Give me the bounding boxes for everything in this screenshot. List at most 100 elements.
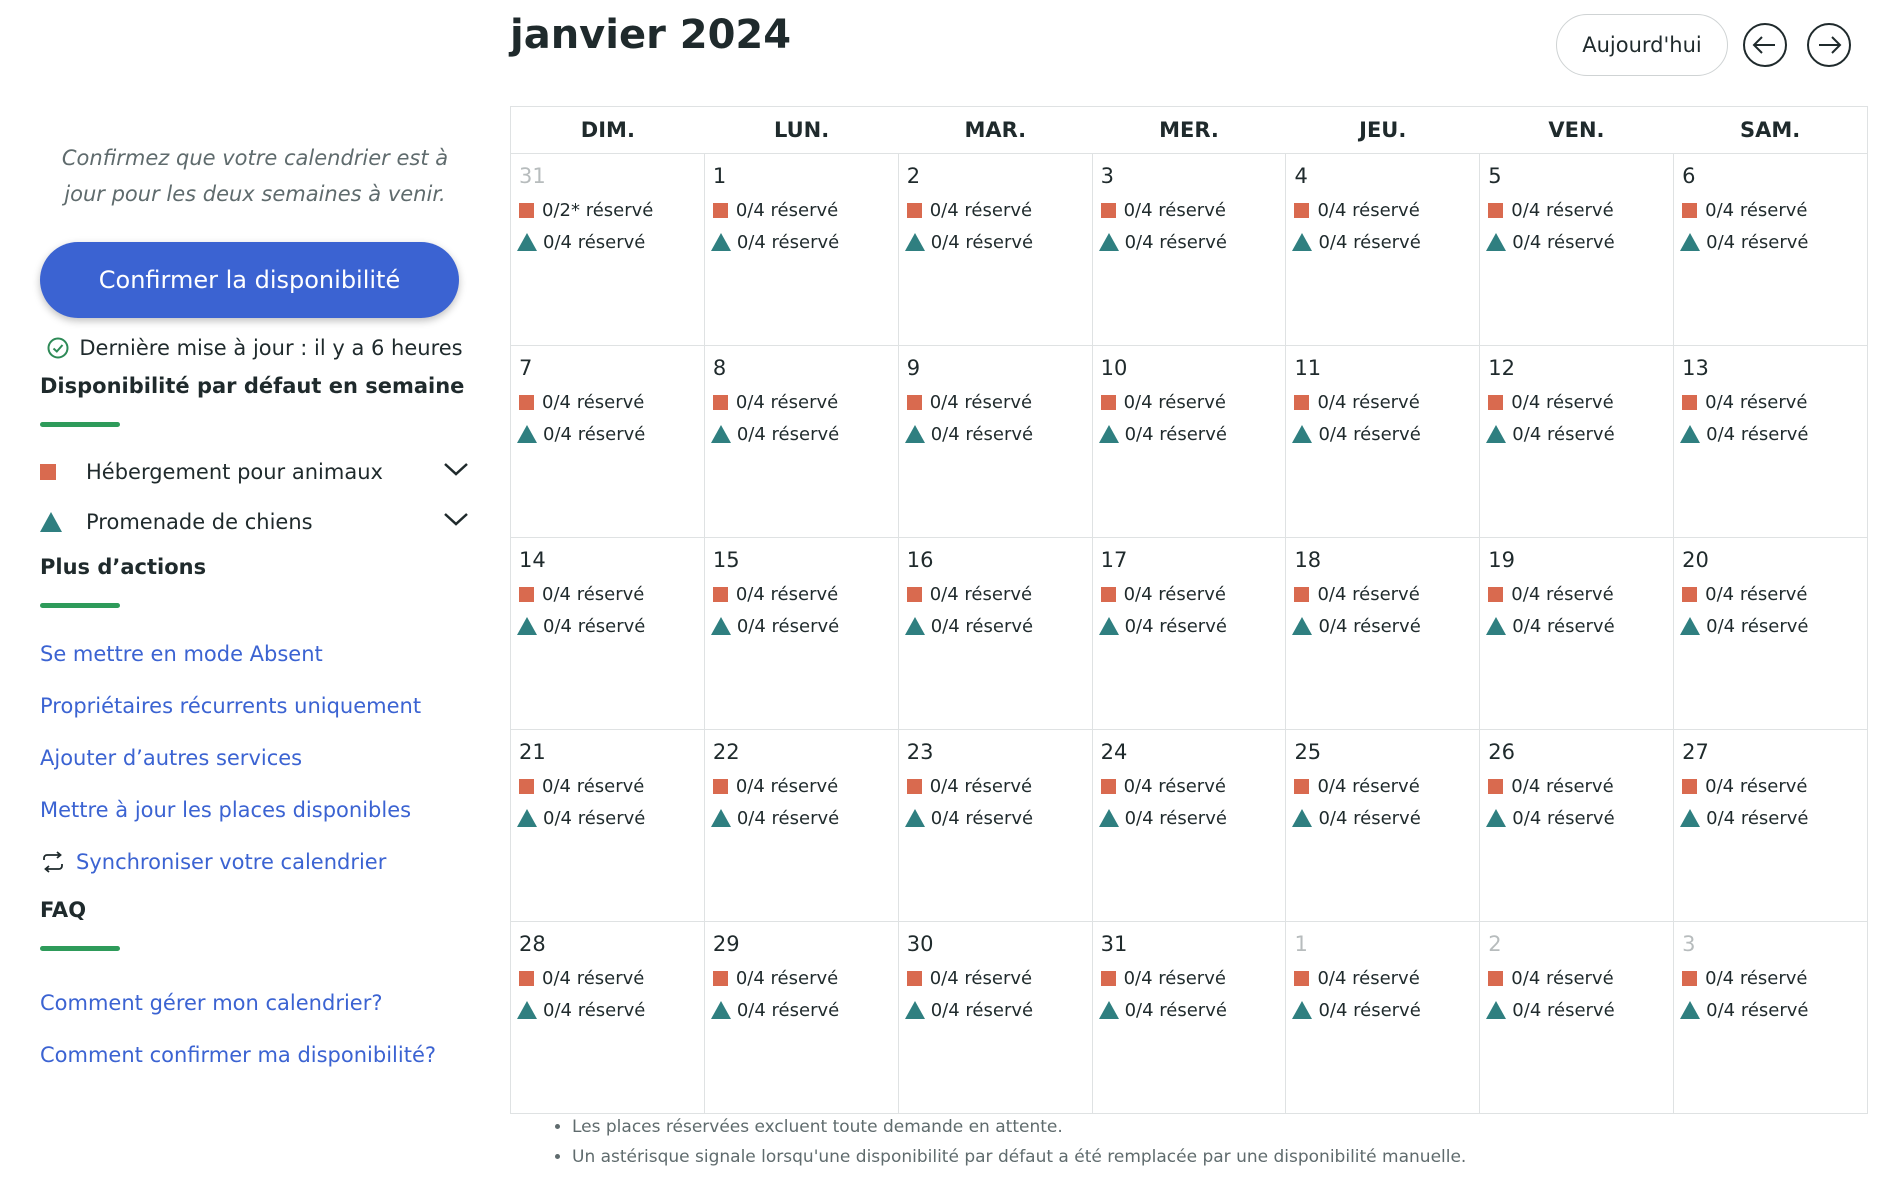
calendar-day-cell[interactable]: 15 0/4 réservé 0/4 réservé <box>705 538 899 729</box>
boarding-reservation: 0/4 réservé <box>1682 578 1867 610</box>
triangle-icon <box>710 233 731 251</box>
walking-reservation: 0/4 réservé <box>1680 802 1867 834</box>
calendar-day-cell[interactable]: 20 0/4 réservé 0/4 réservé <box>1674 538 1867 729</box>
calendar-weeks: 31 0/2* réservé 0/4 réservé 1 0/4 réservé 0/4… <box>511 154 1867 1113</box>
calendar-day-cell[interactable]: 1 0/4 réservé 0/4 réservé <box>1286 922 1481 1113</box>
calendar-day-cell[interactable]: 29 0/4 réservé 0/4 réservé <box>705 922 899 1113</box>
triangle-icon <box>710 425 731 443</box>
calendar-day-cell[interactable]: 4 0/4 réservé 0/4 réservé <box>1286 154 1481 345</box>
calendar-week: 7 0/4 réservé 0/4 réservé 8 0/4 réservé 0/4 r… <box>511 346 1867 538</box>
walking-reservation: 0/4 réservé <box>904 994 1092 1026</box>
day-number: 20 <box>1682 548 1709 572</box>
reservation-text: 0/4 réservé <box>1706 615 1809 637</box>
boarding-reservation: 0/4 réservé <box>712 962 898 994</box>
calendar-day-cell[interactable]: 6 0/4 réservé 0/4 réservé <box>1674 154 1867 345</box>
calendar-day-cell[interactable]: 27 0/4 réservé 0/4 réservé <box>1674 730 1867 921</box>
calendar-day-cell[interactable]: 7 0/4 réservé 0/4 réservé <box>511 346 705 537</box>
chevron-down-icon[interactable] <box>442 459 470 479</box>
calendar-day-cell[interactable]: 31 0/4 réservé 0/4 réservé <box>1093 922 1287 1113</box>
day-number: 21 <box>519 740 546 764</box>
chevron-down-icon[interactable] <box>442 509 470 529</box>
calendar-day-cell[interactable]: 8 0/4 réservé 0/4 réservé <box>705 346 899 537</box>
boarding-reservation: 0/2* réservé <box>519 194 704 226</box>
boarding-reservation: 0/4 réservé <box>1682 194 1867 226</box>
triangle-icon <box>710 617 731 635</box>
boarding-reservation: 0/4 réservé <box>906 770 1092 802</box>
boarding-reservation: 0/4 réservé <box>1294 962 1479 994</box>
calendar-day-cell[interactable]: 1 0/4 réservé 0/4 réservé <box>705 154 899 345</box>
calendar-day-cell[interactable]: 18 0/4 réservé 0/4 réservé <box>1286 538 1481 729</box>
triangle-icon <box>517 809 537 827</box>
boarding-reservation: 0/4 réservé <box>1294 386 1479 418</box>
sync-calendar-link[interactable]: Synchroniser votre calendrier <box>40 836 470 888</box>
calendar-day-cell[interactable]: 2 0/4 réservé 0/4 réservé <box>1480 922 1675 1113</box>
calendar-day-cell[interactable]: 22 0/4 réservé 0/4 réservé <box>705 730 899 921</box>
section-underline <box>40 603 120 608</box>
calendar-day-cell[interactable]: 16 0/4 réservé 0/4 réservé <box>899 538 1093 729</box>
faq-manage-calendar-link[interactable]: Comment gérer mon calendrier? <box>40 977 470 1029</box>
calendar-day-cell[interactable]: 3 0/4 réservé 0/4 réservé <box>1674 922 1867 1113</box>
reservation-text: 0/4 réservé <box>1512 807 1615 829</box>
square-icon <box>40 464 56 480</box>
calendar-week: 31 0/2* réservé 0/4 réservé 1 0/4 réservé 0/4… <box>511 154 1867 346</box>
triangle-icon <box>904 809 925 827</box>
boarding-reservation: 0/4 réservé <box>1682 962 1867 994</box>
add-services-link[interactable]: Ajouter d’autres services <box>40 732 470 784</box>
calendar-day-cell[interactable]: 19 0/4 réservé 0/4 réservé <box>1480 538 1675 729</box>
reservation-text: 0/4 réservé <box>543 231 646 253</box>
walking-reservation: 0/4 réservé <box>1292 226 1479 258</box>
triangle-icon <box>1292 617 1313 635</box>
day-number: 14 <box>519 548 546 572</box>
service-boarding[interactable]: Hébergement pour animaux <box>40 447 470 497</box>
calendar-day-cell[interactable]: 23 0/4 réservé 0/4 réservé <box>899 730 1093 921</box>
calendar-day-cell[interactable]: 14 0/4 réservé 0/4 réservé <box>511 538 705 729</box>
calendar-day-cell[interactable]: 10 0/4 réservé 0/4 réservé <box>1093 346 1287 537</box>
triangle-icon <box>904 233 925 251</box>
walking-reservation: 0/4 réservé <box>1680 418 1867 450</box>
recurring-owners-link[interactable]: Propriétaires récurrents uniquement <box>40 680 470 732</box>
today-button[interactable]: Aujourd'hui <box>1556 14 1728 76</box>
reservation-text: 0/4 réservé <box>1705 391 1808 413</box>
boarding-reservation: 0/4 réservé <box>1682 386 1867 418</box>
calendar-day-cell[interactable]: 13 0/4 réservé 0/4 réservé <box>1674 346 1867 537</box>
day-number: 26 <box>1488 740 1516 764</box>
walking-reservation: 0/4 réservé <box>1486 994 1673 1026</box>
update-spots-link[interactable]: Mettre à jour les places disponibles <box>40 784 470 836</box>
calendar-day-cell[interactable]: 3 0/4 réservé 0/4 réservé <box>1093 154 1287 345</box>
calendar-day-cell[interactable]: 24 0/4 réservé 0/4 réservé <box>1093 730 1287 921</box>
triangle-icon <box>1680 617 1701 635</box>
day-number: 6 <box>1682 164 1696 188</box>
calendar-day-cell[interactable]: 31 0/2* réservé 0/4 réservé <box>511 154 705 345</box>
next-month-button[interactable] <box>1806 22 1852 68</box>
reservation-text: 0/4 réservé <box>929 775 1033 797</box>
previous-month-button[interactable] <box>1742 22 1788 68</box>
calendar-day-cell[interactable]: 9 0/4 réservé 0/4 réservé <box>899 346 1093 537</box>
calendar-day-cell[interactable]: 12 0/4 réservé 0/4 réservé <box>1480 346 1675 537</box>
confirm-availability-button[interactable]: Confirmer la disponibilité <box>40 242 459 318</box>
reservation-text: 0/4 réservé <box>1317 199 1420 221</box>
calendar-day-cell[interactable]: 28 0/4 réservé 0/4 réservé <box>511 922 705 1113</box>
service-dog-walking[interactable]: Promenade de chiens <box>40 497 470 547</box>
calendar-day-cell[interactable]: 25 0/4 réservé 0/4 réservé <box>1286 730 1481 921</box>
faq-title: FAQ <box>40 898 87 922</box>
calendar-day-cell[interactable]: 21 0/4 réservé 0/4 réservé <box>511 730 705 921</box>
square-icon <box>712 970 728 986</box>
reservation-text: 0/4 réservé <box>735 967 839 989</box>
faq-confirm-availability-link[interactable]: Comment confirmer ma disponibilité? <box>40 1029 470 1081</box>
calendar-day-cell[interactable]: 11 0/4 réservé 0/4 réservé <box>1286 346 1481 537</box>
reservation-text: 0/4 réservé <box>543 423 646 445</box>
triangle-icon <box>1098 809 1119 827</box>
square-icon <box>1294 778 1310 794</box>
day-number: 15 <box>712 548 740 572</box>
calendar-day-cell[interactable]: 26 0/4 réservé 0/4 réservé <box>1480 730 1675 921</box>
calendar-day-cell[interactable]: 2 0/4 réservé 0/4 réservé <box>899 154 1093 345</box>
reservation-text: 0/4 réservé <box>1512 231 1615 253</box>
calendar-day-cell[interactable]: 5 0/4 réservé 0/4 réservé <box>1480 154 1675 345</box>
reservation-text: 0/4 réservé <box>542 391 645 413</box>
away-mode-link[interactable]: Se mettre en mode Absent <box>40 628 470 680</box>
calendar-day-cell[interactable]: 17 0/4 réservé 0/4 réservé <box>1093 538 1287 729</box>
reservation-text: 0/4 réservé <box>1123 967 1226 989</box>
boarding-reservation: 0/4 réservé <box>519 578 704 610</box>
reservation-text: 0/4 réservé <box>736 423 840 445</box>
calendar-day-cell[interactable]: 30 0/4 réservé 0/4 réservé <box>899 922 1093 1113</box>
